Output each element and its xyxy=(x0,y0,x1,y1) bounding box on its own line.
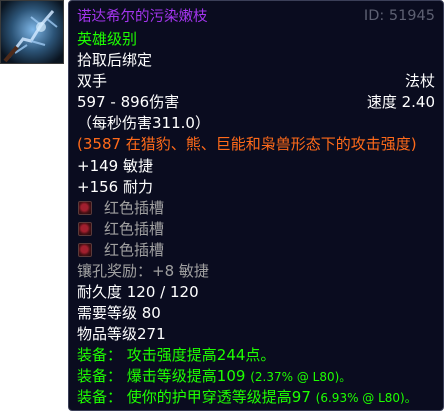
red-socket-icon xyxy=(78,201,92,215)
item-feral-ap: (3587 在猎豹、熊、巨能和枭兽形态下的攻击强度) xyxy=(77,135,417,153)
red-socket-icon xyxy=(78,243,92,257)
item-tooltip: 诺达希尔的污染嫩枝 ID: 51945 英雄级别 拾取后绑定 双手 法杖 597… xyxy=(68,0,444,411)
item-name: 诺达希尔的污染嫩枝 xyxy=(77,9,208,25)
equip-effect: 装备： 攻击强度提高244点。 xyxy=(77,345,435,366)
socket-label: 红色插槽 xyxy=(104,241,165,259)
equip-text: 攻击强度提高244点。 xyxy=(126,346,276,364)
stat-line: +156 耐力 xyxy=(77,178,153,196)
item-damage: 597 - 896伤害 xyxy=(77,93,180,111)
equip-text: 爆击等级提高109 xyxy=(126,367,246,385)
red-socket-icon xyxy=(78,222,92,236)
equip-effect: 装备： 使你的护甲穿透等级提高97 (6.93% @ L80)。 xyxy=(77,387,435,408)
item-speed: 速度 2.40 xyxy=(366,93,435,111)
item-quality: 英雄级别 xyxy=(77,30,138,48)
equip-prefix: 装备： xyxy=(77,346,123,364)
socket-label: 红色插槽 xyxy=(104,220,165,238)
socket-row: 红色插槽 xyxy=(77,240,435,261)
equip-note: (6.93% @ L80)。 xyxy=(315,391,417,405)
equip-text: 使你的护甲穿透等级提高97 xyxy=(126,388,311,406)
item-binding: 拾取后绑定 xyxy=(77,51,153,69)
socket-label: 红色插槽 xyxy=(104,199,165,217)
stat-line: +149 敏捷 xyxy=(77,157,153,175)
socket-bonus: 镶孔奖励：+8 敏捷 xyxy=(77,262,209,280)
item-required-level: 需要等级 80 xyxy=(77,304,161,322)
slot-type-row: 双手 法杖 xyxy=(77,71,435,92)
socket-row: 红色插槽 xyxy=(77,198,435,219)
item-slot: 双手 xyxy=(77,72,108,90)
item-type: 法杖 xyxy=(404,72,435,90)
item-icon xyxy=(0,0,64,64)
equip-note: (2.37% @ L80)。 xyxy=(250,370,352,384)
item-name-row: 诺达希尔的污染嫩枝 ID: 51945 xyxy=(77,6,435,27)
equip-prefix: 装备： xyxy=(77,367,123,385)
equip-prefix: 装备： xyxy=(77,388,123,406)
item-level: 物品等级271 xyxy=(77,325,166,343)
item-id: ID: 51945 xyxy=(363,8,435,24)
damage-row: 597 - 896伤害 速度 2.40 xyxy=(77,92,435,113)
equip-effect: 装备： 爆击等级提高109 (2.37% @ L80)。 xyxy=(77,366,435,387)
item-durability: 耐久度 120 / 120 xyxy=(77,283,199,301)
socket-row: 红色插槽 xyxy=(77,219,435,240)
item-dps: （每秒伤害311.0） xyxy=(77,114,210,132)
